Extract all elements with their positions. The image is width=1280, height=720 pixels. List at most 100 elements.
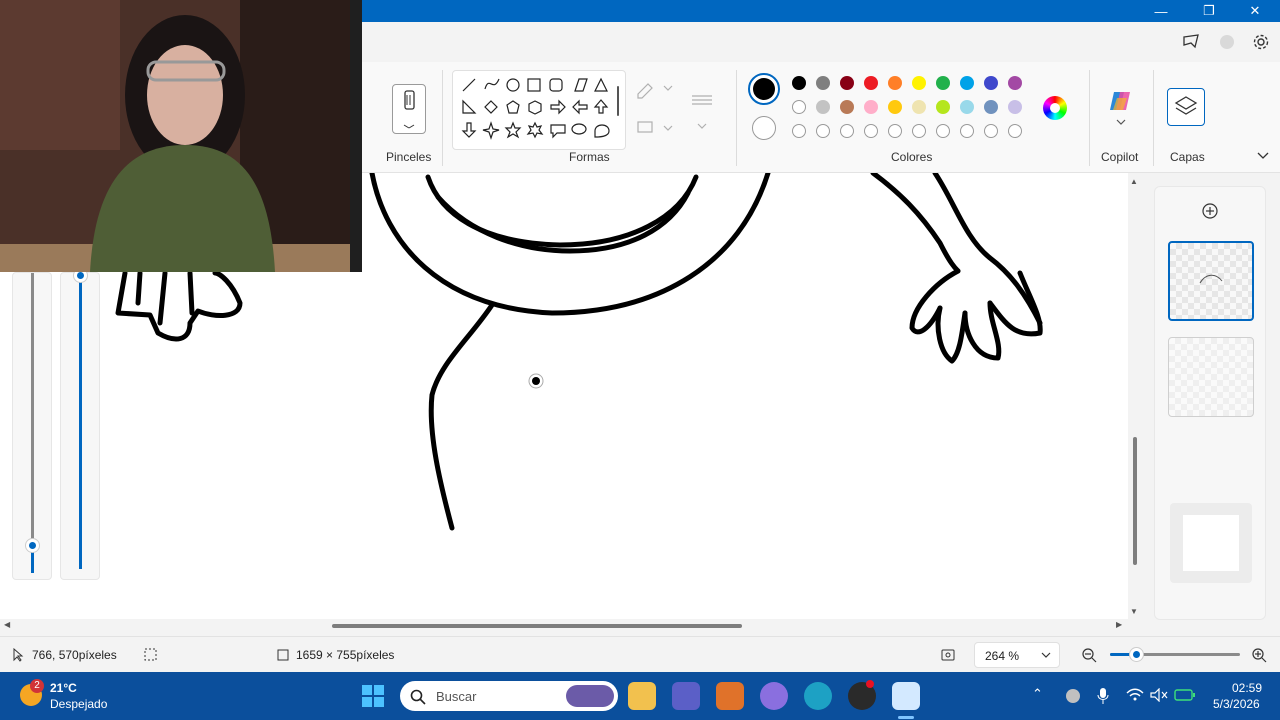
size-slider-track[interactable] bbox=[31, 273, 34, 569]
custom-color-slot[interactable] bbox=[960, 124, 974, 138]
gear-icon[interactable] bbox=[1252, 33, 1270, 51]
zoom-out-icon[interactable] bbox=[1081, 647, 1097, 663]
palette-color[interactable] bbox=[984, 100, 998, 114]
search-box[interactable]: Buscar bbox=[400, 681, 618, 711]
custom-color-slot[interactable] bbox=[936, 124, 950, 138]
zoom-value: 264 % bbox=[985, 649, 1020, 663]
brush-size-panel bbox=[12, 272, 52, 580]
account-avatar[interactable] bbox=[1220, 35, 1234, 49]
brush-icon bbox=[403, 90, 415, 129]
palette-color[interactable] bbox=[984, 76, 998, 90]
zoom-select[interactable]: 264 % bbox=[974, 642, 1060, 668]
layers-panel bbox=[1154, 186, 1266, 620]
layers-icon bbox=[1174, 96, 1198, 115]
battery-icon[interactable] bbox=[1174, 688, 1196, 702]
primary-color bbox=[753, 78, 775, 100]
secondary-color[interactable] bbox=[752, 116, 776, 140]
palette-color[interactable] bbox=[936, 100, 950, 114]
palette-color[interactable] bbox=[888, 76, 902, 90]
paint-icon[interactable] bbox=[892, 682, 920, 710]
layers-button[interactable] bbox=[1167, 88, 1205, 126]
start-icon[interactable] bbox=[361, 684, 385, 708]
palette-color[interactable] bbox=[936, 76, 950, 90]
horizontal-scrollbar[interactable]: ◀ ▶ bbox=[0, 619, 1128, 633]
weather-badge: 2 bbox=[30, 679, 44, 693]
palette-color[interactable] bbox=[840, 76, 854, 90]
shapes-grid[interactable] bbox=[453, 71, 625, 149]
search-highlight-image bbox=[566, 685, 614, 707]
palette-color[interactable] bbox=[888, 100, 902, 114]
vertical-scrollbar[interactable]: ▲ ▼ bbox=[1129, 173, 1141, 619]
share-icon[interactable] bbox=[1182, 33, 1200, 49]
layer-thumbnail-1[interactable] bbox=[1168, 241, 1254, 321]
chevron-down-icon bbox=[1041, 652, 1051, 658]
layer-thumbnail-2[interactable] bbox=[1168, 337, 1254, 417]
close-button[interactable]: ✕ bbox=[1232, 0, 1278, 22]
primary-color-ring[interactable] bbox=[748, 73, 780, 105]
size-slider-thumb[interactable] bbox=[26, 539, 39, 552]
palette-color[interactable] bbox=[816, 100, 830, 114]
zoom-in-icon[interactable] bbox=[1251, 647, 1267, 663]
horizontal-scroll-thumb[interactable] bbox=[332, 624, 742, 628]
vertical-scroll-thumb[interactable] bbox=[1133, 437, 1137, 565]
minimize-button[interactable]: — bbox=[1138, 0, 1184, 22]
maximize-button[interactable]: ❐ bbox=[1186, 0, 1232, 22]
weather-temp[interactable]: 21°C bbox=[50, 681, 77, 695]
weather-desc[interactable]: Despejado bbox=[50, 697, 107, 711]
custom-color-slot[interactable] bbox=[864, 124, 878, 138]
fit-screen-icon[interactable] bbox=[940, 647, 956, 663]
custom-color-slot[interactable] bbox=[912, 124, 926, 138]
palette-color[interactable] bbox=[912, 100, 926, 114]
shape-options bbox=[637, 83, 712, 133]
teams-icon[interactable] bbox=[672, 682, 700, 710]
shapes-gallery bbox=[452, 70, 626, 150]
background-layer[interactable] bbox=[1170, 503, 1252, 583]
clock-time[interactable]: 02:59 bbox=[1232, 681, 1262, 695]
palette-color[interactable] bbox=[960, 76, 974, 90]
fill-icon[interactable] bbox=[637, 121, 653, 133]
microphone-icon[interactable] bbox=[1096, 687, 1110, 705]
status-bar: 766, 570píxeles 1659 × 755píxeles 264 % bbox=[0, 636, 1280, 673]
edge-icon[interactable] bbox=[804, 682, 832, 710]
copilot-icon[interactable] bbox=[1108, 88, 1134, 128]
custom-color-slot[interactable] bbox=[792, 124, 806, 138]
file-explorer-icon[interactable] bbox=[628, 682, 656, 710]
outline-icon[interactable] bbox=[637, 83, 653, 99]
palette-color[interactable] bbox=[840, 100, 854, 114]
active-app-indicator bbox=[898, 716, 914, 719]
custom-color-slot[interactable] bbox=[888, 124, 902, 138]
custom-color-slot[interactable] bbox=[984, 124, 998, 138]
palette-color[interactable] bbox=[864, 100, 878, 114]
palette-color[interactable] bbox=[912, 76, 926, 90]
webcam-feed-image bbox=[0, 0, 362, 272]
palette-color[interactable] bbox=[816, 76, 830, 90]
volume-muted-icon[interactable] bbox=[1150, 688, 1168, 702]
palette-color[interactable] bbox=[1008, 76, 1022, 90]
wifi-icon[interactable] bbox=[1126, 688, 1144, 702]
opacity-slider-track[interactable] bbox=[79, 273, 82, 569]
chevron-up-icon[interactable]: ⌃ bbox=[1032, 686, 1043, 702]
network-status-icon[interactable] bbox=[1066, 689, 1080, 703]
layer-preview bbox=[1199, 274, 1223, 284]
recording-badge bbox=[866, 680, 874, 688]
zoom-slider[interactable] bbox=[1110, 648, 1240, 661]
copilot-taskbar-icon[interactable] bbox=[760, 682, 788, 710]
custom-color-slot[interactable] bbox=[1008, 124, 1022, 138]
palette-color[interactable] bbox=[864, 76, 878, 90]
plus-icon[interactable] bbox=[1202, 203, 1218, 219]
palette-color[interactable] bbox=[792, 100, 806, 114]
clock-date[interactable]: 5/3/2026 bbox=[1213, 697, 1260, 711]
layers-label: Capas bbox=[1170, 150, 1205, 164]
palette-color[interactable] bbox=[1008, 100, 1022, 114]
brush-selector[interactable] bbox=[392, 84, 426, 134]
palette-color[interactable] bbox=[792, 76, 806, 90]
edit-colors-button[interactable] bbox=[1043, 96, 1067, 120]
custom-color-slot[interactable] bbox=[816, 124, 830, 138]
webcam-overlay bbox=[0, 0, 362, 272]
chevron-down-icon[interactable] bbox=[1257, 151, 1269, 161]
palette-color[interactable] bbox=[960, 100, 974, 114]
zoom-slider-thumb[interactable] bbox=[1130, 648, 1143, 661]
shapes-scroll[interactable] bbox=[617, 86, 619, 116]
store-icon[interactable] bbox=[716, 682, 744, 710]
custom-color-slot[interactable] bbox=[840, 124, 854, 138]
